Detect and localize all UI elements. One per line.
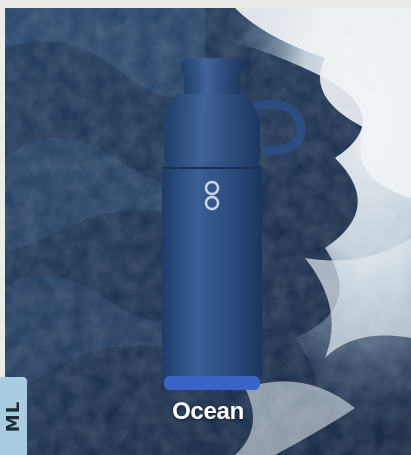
water-bottle-image bbox=[162, 58, 306, 390]
side-badge-text: ML bbox=[3, 400, 25, 432]
side-badge-tab[interactable]: ML bbox=[0, 377, 27, 455]
product-name-label: Ocean bbox=[172, 398, 244, 425]
product-image-card[interactable]: Ocean bbox=[5, 8, 411, 455]
